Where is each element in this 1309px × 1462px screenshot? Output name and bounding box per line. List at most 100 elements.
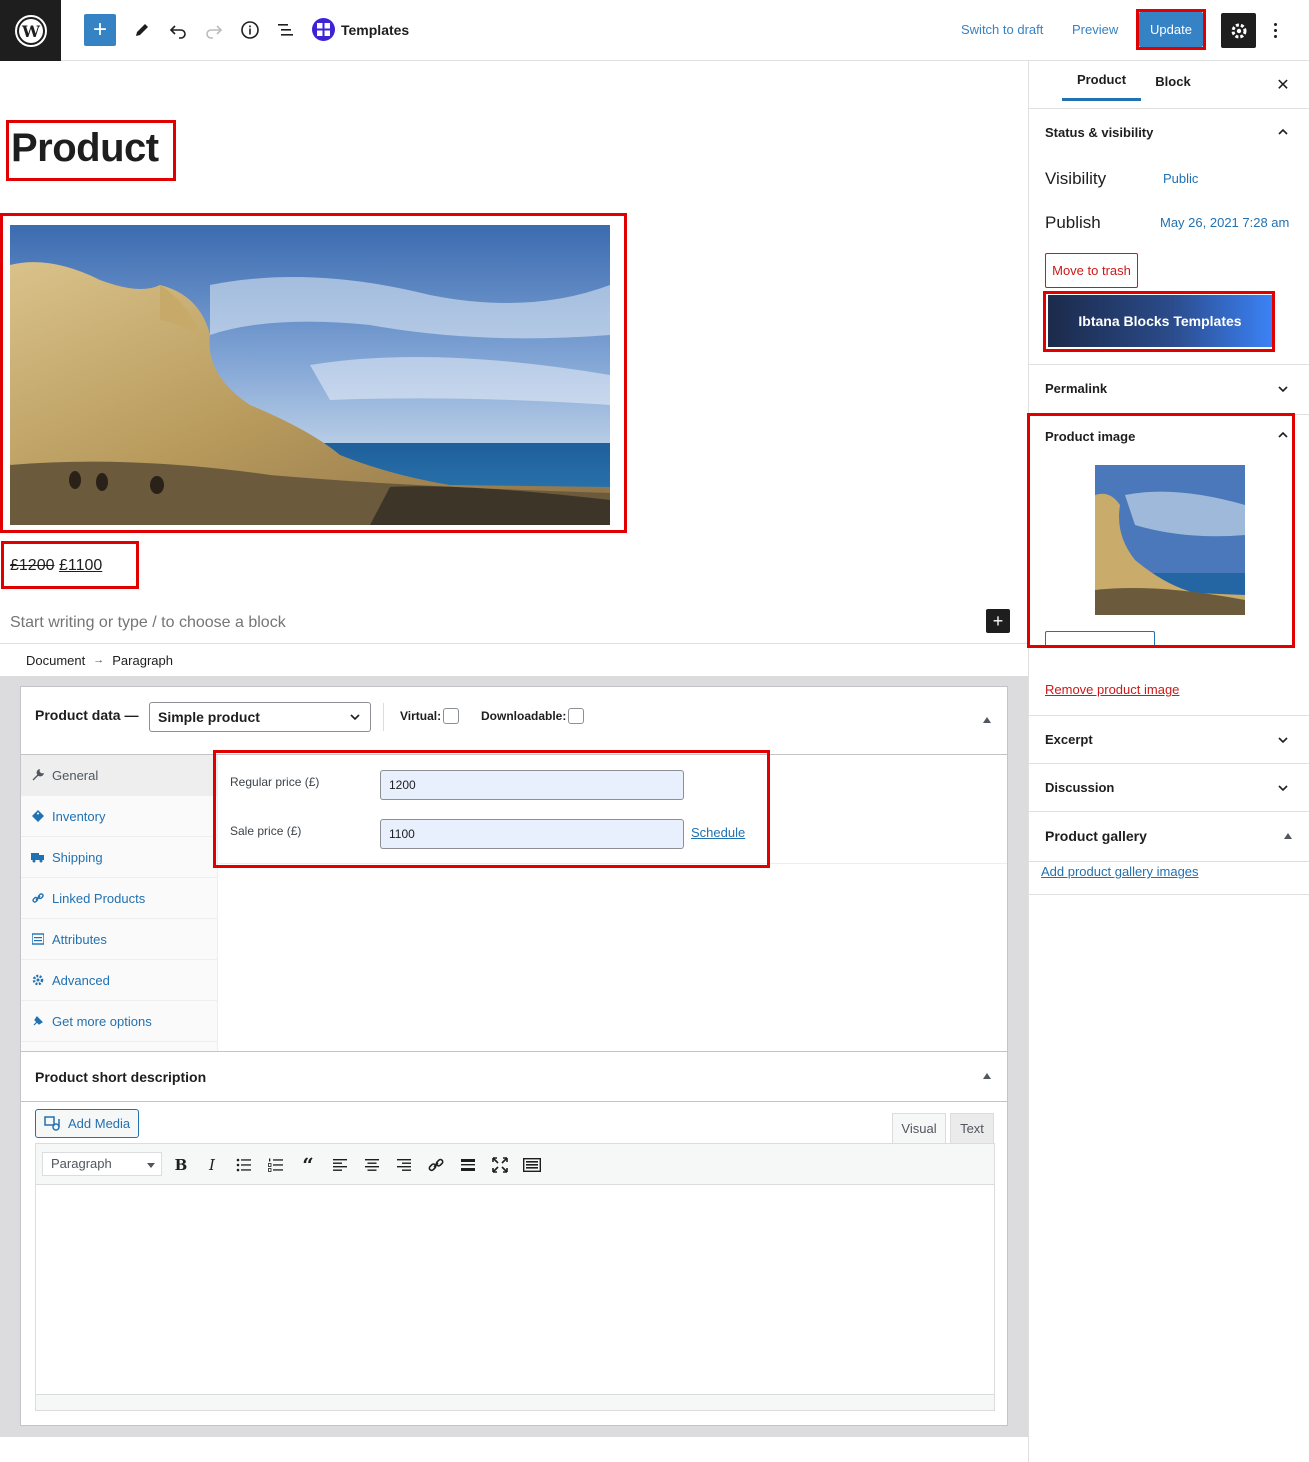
switch-to-draft-button[interactable]: Switch to draft <box>961 22 1043 37</box>
fullscreen-button[interactable] <box>489 1154 511 1176</box>
tab-linked-products[interactable]: Linked Products <box>21 878 217 919</box>
update-button[interactable]: Update <box>1139 12 1203 47</box>
add-gallery-images-link[interactable]: Add product gallery images <box>1041 864 1199 879</box>
collapse-toggle-icon[interactable] <box>983 717 991 723</box>
downloadable-checkbox-label[interactable]: Downloadable: <box>481 708 585 724</box>
add-media-label: Add Media <box>68 1116 131 1131</box>
list-view-button[interactable] <box>270 14 302 46</box>
align-right-icon <box>397 1159 411 1171</box>
templates-icon <box>312 18 335 41</box>
collapse-toggle-icon[interactable] <box>983 1073 991 1079</box>
bulleted-list-button[interactable] <box>233 1154 255 1176</box>
virtual-checkbox[interactable] <box>443 708 460 724</box>
settings-button[interactable] <box>1221 13 1256 48</box>
close-icon: ✕ <box>1276 77 1290 94</box>
product-image-thumbnail[interactable] <box>1095 465 1245 615</box>
tab-attributes[interactable]: Attributes <box>21 919 217 960</box>
chevron-down-icon[interactable] <box>1277 383 1289 395</box>
wrench-icon <box>31 769 44 782</box>
discussion-title[interactable]: Discussion <box>1045 780 1114 795</box>
templates-button[interactable]: Templates <box>312 18 409 41</box>
short-description-editor[interactable] <box>35 1185 995 1411</box>
product-type-value: Simple product <box>158 709 260 725</box>
align-center-button[interactable] <box>361 1154 383 1176</box>
visibility-value[interactable]: Public <box>1163 171 1198 186</box>
product-data-metabox: Product data — Simple product Virtual: D… <box>20 686 1008 1052</box>
tab-product[interactable]: Product <box>1062 61 1141 101</box>
tab-linked-products-label: Linked Products <box>52 890 146 906</box>
permalink-title[interactable]: Permalink <box>1045 381 1107 396</box>
add-media-button[interactable]: Add Media <box>35 1109 139 1138</box>
read-more-button[interactable] <box>457 1154 479 1176</box>
format-select[interactable]: Paragraph <box>42 1152 162 1176</box>
tab-inventory[interactable]: Inventory <box>21 796 217 837</box>
schedule-link[interactable]: Schedule <box>691 825 745 840</box>
undo-button[interactable] <box>162 14 194 46</box>
excerpt-title[interactable]: Excerpt <box>1045 732 1093 747</box>
tab-get-more-options[interactable]: Get more options <box>21 1001 217 1042</box>
chevron-up-icon[interactable] <box>1277 126 1289 138</box>
visibility-label: Visibility <box>1045 169 1107 188</box>
undo-icon <box>169 25 186 39</box>
italic-button[interactable]: I <box>201 1154 223 1176</box>
ibtana-templates-button[interactable]: Ibtana Blocks Templates <box>1048 295 1272 347</box>
blockquote-button[interactable]: “ <box>297 1153 319 1177</box>
move-to-trash-button[interactable]: Move to trash <box>1045 253 1138 288</box>
redo-icon <box>206 25 223 39</box>
wordpress-logo[interactable]: W <box>0 0 61 61</box>
breadcrumb: Document → Paragraph <box>0 643 1028 676</box>
sale-price: £1100 <box>58 557 103 574</box>
more-options-button[interactable] <box>1265 18 1285 42</box>
pencil-icon <box>136 24 148 36</box>
redo-button[interactable] <box>198 14 230 46</box>
block-inserter-button[interactable]: + <box>986 609 1010 633</box>
tab-shipping[interactable]: Shipping <box>21 837 217 878</box>
tab-text[interactable]: Text <box>950 1113 994 1143</box>
post-title[interactable]: Product <box>11 126 159 171</box>
breadcrumb-document[interactable]: Document <box>26 653 85 668</box>
product-image-block[interactable] <box>10 225 610 525</box>
publish-date-value[interactable]: May 26, 2021 7:28 am <box>1160 215 1289 230</box>
tab-general[interactable]: General <box>21 755 217 796</box>
caret-down-icon <box>147 1163 155 1168</box>
publish-label: Publish <box>1045 213 1101 232</box>
collapse-toggle-icon[interactable] <box>1284 833 1292 839</box>
status-visibility-title[interactable]: Status & visibility <box>1045 125 1153 140</box>
replace-image-button[interactable] <box>1045 631 1155 645</box>
toolbar-toggle-button[interactable] <box>521 1154 543 1176</box>
chevron-up-icon[interactable] <box>1277 429 1289 441</box>
details-button[interactable] <box>234 14 266 46</box>
dot-icon <box>1273 22 1277 26</box>
sale-price-input[interactable]: 1100 <box>380 819 684 849</box>
preview-button[interactable]: Preview <box>1072 22 1118 37</box>
product-gallery-title[interactable]: Product gallery <box>1045 828 1147 844</box>
align-right-button[interactable] <box>393 1154 415 1176</box>
tab-shipping-label: Shipping <box>52 849 103 865</box>
product-type-select[interactable]: Simple product <box>149 702 371 732</box>
downloadable-checkbox[interactable] <box>568 708 585 724</box>
tab-block[interactable]: Block <box>1149 61 1197 101</box>
tools-button[interactable] <box>126 14 158 46</box>
remove-product-image-link[interactable]: Remove product image <box>1045 682 1179 697</box>
info-icon <box>241 21 259 39</box>
close-sidebar-button[interactable]: ✕ <box>1273 75 1293 95</box>
add-block-button[interactable]: + <box>84 14 116 46</box>
align-left-button[interactable] <box>329 1154 351 1176</box>
numbered-list-button[interactable] <box>265 1154 287 1176</box>
gear-icon <box>1231 23 1246 38</box>
templates-label: Templates <box>341 21 410 38</box>
chevron-down-icon[interactable] <box>1277 734 1289 746</box>
tab-advanced[interactable]: Advanced <box>21 960 217 1001</box>
product-image-title[interactable]: Product image <box>1045 429 1135 444</box>
insert-link-button[interactable] <box>425 1154 447 1176</box>
block-placeholder[interactable]: Start writing or type / to choose a bloc… <box>10 614 286 632</box>
virtual-checkbox-label[interactable]: Virtual: <box>400 708 460 724</box>
breadcrumb-paragraph[interactable]: Paragraph <box>112 653 173 668</box>
tab-inventory-label: Inventory <box>52 808 106 824</box>
bold-button[interactable]: B <box>170 1154 192 1176</box>
divider <box>1029 861 1309 862</box>
price-block[interactable]: £1200 £1100 <box>10 557 102 575</box>
chevron-down-icon[interactable] <box>1277 782 1289 794</box>
regular-price-input[interactable]: 1200 <box>380 770 684 800</box>
tab-visual[interactable]: Visual <box>892 1113 946 1143</box>
